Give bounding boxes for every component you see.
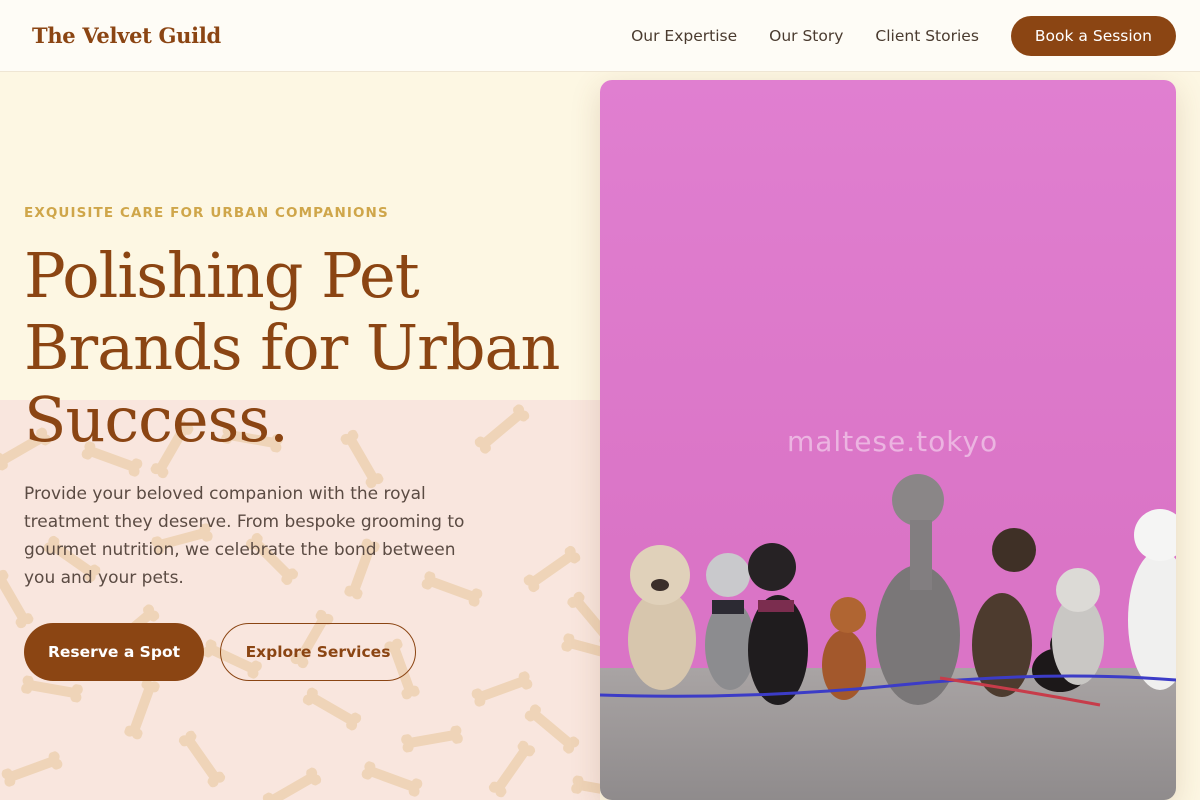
brand-logo[interactable]: The Velvet Guild bbox=[32, 23, 221, 48]
hero-headline: Polishing Pet Brands for Urban Success. bbox=[24, 239, 560, 456]
reserve-spot-button[interactable]: Reserve a Spot bbox=[24, 623, 204, 681]
top-nav: The Velvet Guild Our Expertise Our Story… bbox=[0, 0, 1200, 72]
nav-link-client-stories[interactable]: Client Stories bbox=[875, 27, 979, 45]
dog-biscuits-background bbox=[0, 400, 600, 800]
explore-services-button[interactable]: Explore Services bbox=[220, 623, 416, 681]
biscuit-decoration bbox=[486, 738, 537, 800]
biscuit-decoration bbox=[176, 728, 227, 791]
nav-link-story[interactable]: Our Story bbox=[769, 27, 843, 45]
biscuit-decoration bbox=[123, 676, 162, 742]
hero-eyebrow: EXQUISITE CARE FOR URBAN COMPANIONS bbox=[24, 205, 389, 221]
hero-description: Provide your beloved companion with the … bbox=[24, 484, 465, 588]
biscuit-decoration bbox=[521, 543, 584, 594]
nav-link-expertise[interactable]: Our Expertise bbox=[631, 27, 737, 45]
book-session-button[interactable]: Book a Session bbox=[1010, 15, 1176, 56]
biscuit-decoration bbox=[300, 685, 364, 733]
biscuit-decoration bbox=[469, 670, 535, 709]
photo-watermark: maltese.tokyo bbox=[787, 425, 999, 458]
biscuit-decoration bbox=[260, 765, 324, 800]
biscuit-decoration bbox=[569, 775, 600, 800]
dogs-photo: maltese.tokyo bbox=[600, 80, 1176, 800]
hero-section: EXQUISITE CARE FOR URBAN COMPANIONS Poli… bbox=[0, 72, 600, 800]
biscuit-decoration bbox=[359, 760, 425, 799]
biscuit-decoration bbox=[559, 632, 600, 666]
biscuit-decoration bbox=[0, 750, 65, 789]
nav-links: Our Expertise Our Story Client Stories B… bbox=[599, 15, 1176, 56]
biscuit-decoration bbox=[399, 725, 465, 754]
